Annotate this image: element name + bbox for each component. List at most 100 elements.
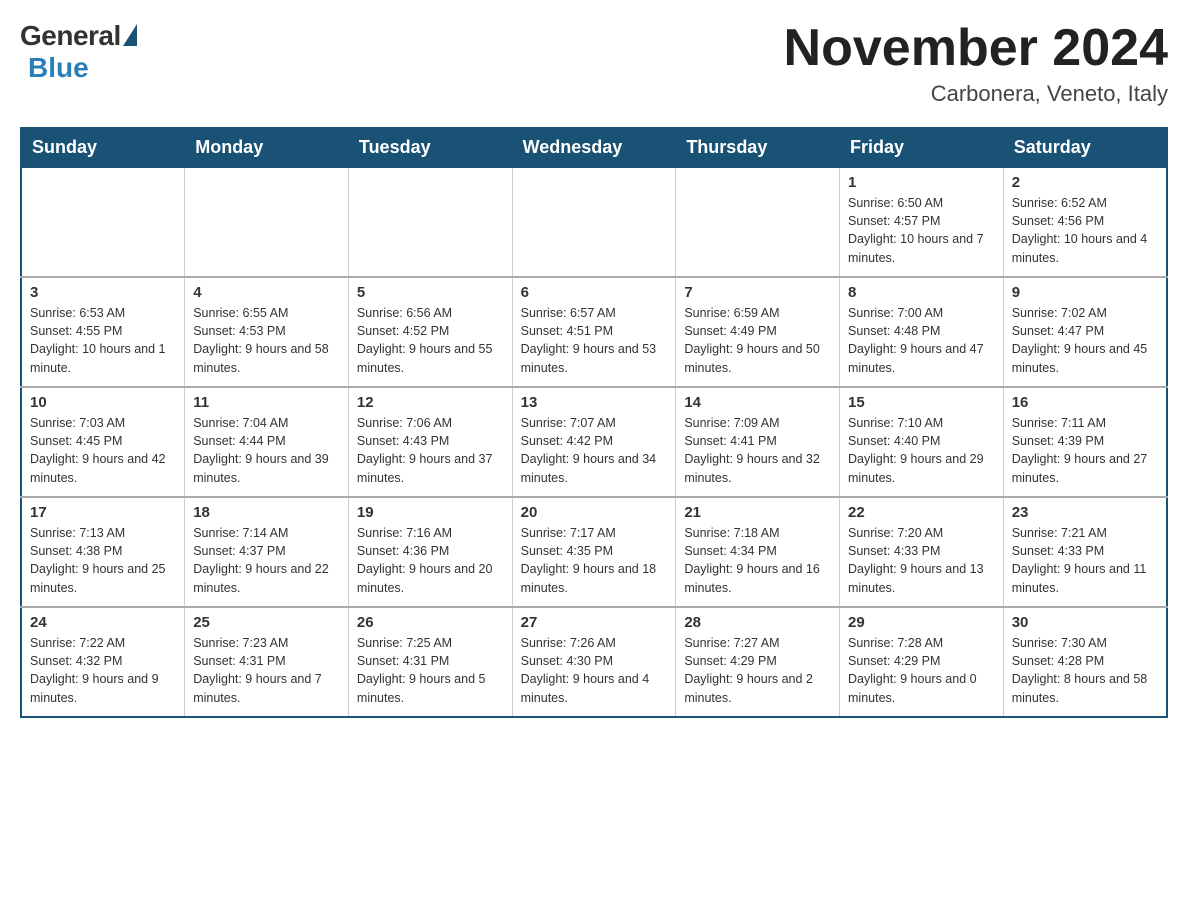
day-number: 26 <box>357 614 504 631</box>
calendar-cell-w4-d6: 23 Sunrise: 7:21 AMSunset: 4:33 PMDayligh… <box>1003 497 1167 607</box>
day-number: 10 <box>30 394 176 411</box>
day-info: Sunrise: 7:03 AMSunset: 4:45 PMDaylight:… <box>30 414 176 487</box>
day-number: 7 <box>684 284 831 301</box>
calendar-cell-w5-d4: 28Sunrise: 7:27 AMSunset: 4:29 PMDayligh… <box>676 607 840 717</box>
calendar-cell-w1-d5: 1 Sunrise: 6:50 AMSunset: 4:57 PMDaylight… <box>840 167 1004 277</box>
calendar-cell-w5-d5: 29 Sunrise: 7:28 AMSunset: 4:29 PMDayligh… <box>840 607 1004 717</box>
day-number: 5 <box>357 284 504 301</box>
calendar-cell-w5-d3: 27Sunrise: 7:26 AMSunset: 4:30 PMDayligh… <box>512 607 676 717</box>
day-number: 28 <box>684 614 831 631</box>
col-friday: Friday <box>840 128 1004 167</box>
day-info: Sunrise: 7:06 AMSunset: 4:43 PMDaylight:… <box>357 414 504 487</box>
calendar-cell-w3-d3: 13 Sunrise: 7:07 AMSunset: 4:42 PMDayligh… <box>512 387 676 497</box>
calendar-cell-w2-d5: 8Sunrise: 7:00 AMSunset: 4:48 PMDaylight… <box>840 277 1004 387</box>
day-info: Sunrise: 7:20 AMSunset: 4:33 PMDaylight:… <box>848 524 995 597</box>
day-number: 13 <box>521 394 668 411</box>
day-number: 9 <box>1012 284 1158 301</box>
title-area: November 2024 Carbonera, Veneto, Italy <box>784 20 1168 107</box>
day-info: Sunrise: 7:04 AMSunset: 4:44 PMDaylight:… <box>193 414 340 487</box>
calendar-cell-w1-d2 <box>348 167 512 277</box>
calendar-cell-w1-d0 <box>21 167 185 277</box>
day-number: 1 <box>848 174 995 191</box>
day-info: Sunrise: 7:00 AMSunset: 4:48 PMDaylight:… <box>848 304 995 377</box>
day-number: 6 <box>521 284 668 301</box>
calendar-cell-w2-d4: 7 Sunrise: 6:59 AMSunset: 4:49 PMDaylight… <box>676 277 840 387</box>
logo-general-text: General <box>20 20 121 52</box>
day-info: Sunrise: 7:13 AMSunset: 4:38 PMDaylight:… <box>30 524 176 597</box>
day-number: 4 <box>193 284 340 301</box>
day-number: 18 <box>193 504 340 521</box>
day-number: 29 <box>848 614 995 631</box>
calendar-cell-w3-d0: 10 Sunrise: 7:03 AMSunset: 4:45 PMDayligh… <box>21 387 185 497</box>
day-info: Sunrise: 7:23 AMSunset: 4:31 PMDaylight:… <box>193 634 340 707</box>
page-header: General Blue November 2024 Carbonera, Ve… <box>20 20 1168 107</box>
calendar-cell-w3-d4: 14 Sunrise: 7:09 AMSunset: 4:41 PMDayligh… <box>676 387 840 497</box>
day-number: 14 <box>684 394 831 411</box>
day-number: 15 <box>848 394 995 411</box>
calendar-week-1: 1 Sunrise: 6:50 AMSunset: 4:57 PMDaylight… <box>21 167 1167 277</box>
day-info: Sunrise: 7:14 AMSunset: 4:37 PMDaylight:… <box>193 524 340 597</box>
day-info: Sunrise: 6:53 AMSunset: 4:55 PMDaylight:… <box>30 304 176 377</box>
calendar-cell-w1-d4 <box>676 167 840 277</box>
day-number: 20 <box>521 504 668 521</box>
calendar-week-4: 17 Sunrise: 7:13 AMSunset: 4:38 PMDayligh… <box>21 497 1167 607</box>
day-info: Sunrise: 7:02 AMSunset: 4:47 PMDaylight:… <box>1012 304 1158 377</box>
calendar-cell-w5-d0: 24 Sunrise: 7:22 AMSunset: 4:32 PMDayligh… <box>21 607 185 717</box>
calendar-cell-w5-d6: 30Sunrise: 7:30 AMSunset: 4:28 PMDayligh… <box>1003 607 1167 717</box>
day-info: Sunrise: 7:26 AMSunset: 4:30 PMDaylight:… <box>521 634 668 707</box>
day-info: Sunrise: 7:07 AMSunset: 4:42 PMDaylight:… <box>521 414 668 487</box>
col-wednesday: Wednesday <box>512 128 676 167</box>
day-number: 17 <box>30 504 176 521</box>
location-subtitle: Carbonera, Veneto, Italy <box>784 81 1168 107</box>
logo-blue-text: Blue <box>28 52 89 84</box>
calendar-week-2: 3Sunrise: 6:53 AMSunset: 4:55 PMDaylight… <box>21 277 1167 387</box>
logo: General Blue <box>20 20 137 84</box>
calendar-cell-w4-d5: 22Sunrise: 7:20 AMSunset: 4:33 PMDayligh… <box>840 497 1004 607</box>
day-info: Sunrise: 7:10 AMSunset: 4:40 PMDaylight:… <box>848 414 995 487</box>
calendar-week-5: 24 Sunrise: 7:22 AMSunset: 4:32 PMDayligh… <box>21 607 1167 717</box>
day-info: Sunrise: 6:57 AMSunset: 4:51 PMDaylight:… <box>521 304 668 377</box>
calendar-cell-w5-d1: 25 Sunrise: 7:23 AMSunset: 4:31 PMDayligh… <box>185 607 349 717</box>
calendar-cell-w1-d6: 2Sunrise: 6:52 AMSunset: 4:56 PMDaylight… <box>1003 167 1167 277</box>
day-info: Sunrise: 7:22 AMSunset: 4:32 PMDaylight:… <box>30 634 176 707</box>
calendar-cell-w3-d1: 11 Sunrise: 7:04 AMSunset: 4:44 PMDayligh… <box>185 387 349 497</box>
col-thursday: Thursday <box>676 128 840 167</box>
day-number: 16 <box>1012 394 1158 411</box>
day-number: 24 <box>30 614 176 631</box>
month-title: November 2024 <box>784 20 1168 77</box>
day-number: 21 <box>684 504 831 521</box>
day-info: Sunrise: 7:17 AMSunset: 4:35 PMDaylight:… <box>521 524 668 597</box>
col-sunday: Sunday <box>21 128 185 167</box>
col-monday: Monday <box>185 128 349 167</box>
col-saturday: Saturday <box>1003 128 1167 167</box>
day-number: 25 <box>193 614 340 631</box>
day-info: Sunrise: 7:28 AMSunset: 4:29 PMDaylight:… <box>848 634 995 707</box>
day-info: Sunrise: 7:21 AMSunset: 4:33 PMDaylight:… <box>1012 524 1158 597</box>
day-info: Sunrise: 6:52 AMSunset: 4:56 PMDaylight:… <box>1012 194 1158 267</box>
calendar-cell-w4-d3: 20 Sunrise: 7:17 AMSunset: 4:35 PMDayligh… <box>512 497 676 607</box>
calendar-cell-w4-d1: 18 Sunrise: 7:14 AMSunset: 4:37 PMDayligh… <box>185 497 349 607</box>
calendar-cell-w3-d6: 16 Sunrise: 7:11 AMSunset: 4:39 PMDayligh… <box>1003 387 1167 497</box>
calendar-cell-w5-d2: 26Sunrise: 7:25 AMSunset: 4:31 PMDayligh… <box>348 607 512 717</box>
calendar-week-3: 10 Sunrise: 7:03 AMSunset: 4:45 PMDayligh… <box>21 387 1167 497</box>
calendar-cell-w4-d4: 21 Sunrise: 7:18 AMSunset: 4:34 PMDayligh… <box>676 497 840 607</box>
day-info: Sunrise: 6:56 AMSunset: 4:52 PMDaylight:… <box>357 304 504 377</box>
day-info: Sunrise: 6:59 AMSunset: 4:49 PMDaylight:… <box>684 304 831 377</box>
logo-triangle-icon <box>123 24 137 46</box>
calendar-cell-w2-d6: 9 Sunrise: 7:02 AMSunset: 4:47 PMDaylight… <box>1003 277 1167 387</box>
day-number: 30 <box>1012 614 1158 631</box>
day-info: Sunrise: 6:55 AMSunset: 4:53 PMDaylight:… <box>193 304 340 377</box>
calendar-cell-w4-d2: 19Sunrise: 7:16 AMSunset: 4:36 PMDayligh… <box>348 497 512 607</box>
calendar-cell-w2-d3: 6 Sunrise: 6:57 AMSunset: 4:51 PMDaylight… <box>512 277 676 387</box>
day-info: Sunrise: 7:11 AMSunset: 4:39 PMDaylight:… <box>1012 414 1158 487</box>
day-number: 23 <box>1012 504 1158 521</box>
calendar-cell-w2-d1: 4 Sunrise: 6:55 AMSunset: 4:53 PMDaylight… <box>185 277 349 387</box>
day-info: Sunrise: 7:09 AMSunset: 4:41 PMDaylight:… <box>684 414 831 487</box>
day-number: 11 <box>193 394 340 411</box>
calendar-cell-w4-d0: 17 Sunrise: 7:13 AMSunset: 4:38 PMDayligh… <box>21 497 185 607</box>
calendar-table: Sunday Monday Tuesday Wednesday Thursday… <box>20 127 1168 718</box>
day-number: 19 <box>357 504 504 521</box>
day-info: Sunrise: 7:18 AMSunset: 4:34 PMDaylight:… <box>684 524 831 597</box>
calendar-cell-w2-d0: 3Sunrise: 6:53 AMSunset: 4:55 PMDaylight… <box>21 277 185 387</box>
day-info: Sunrise: 6:50 AMSunset: 4:57 PMDaylight:… <box>848 194 995 267</box>
